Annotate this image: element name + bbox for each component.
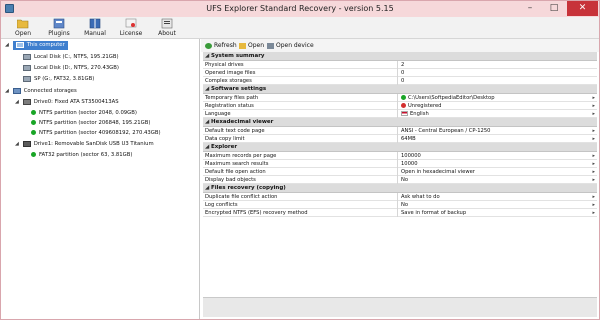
tree-item-partition[interactable]: NTFS partition (sector 206848, 195.21GB): [31, 119, 150, 128]
flag-icon: [401, 111, 408, 116]
maximize-button[interactable]: □: [542, 1, 566, 16]
expand-icon[interactable]: ◢: [15, 140, 21, 149]
partition-ok-icon: [31, 152, 36, 157]
expand-icon[interactable]: ◢: [15, 98, 21, 107]
folder-open-icon: [17, 19, 29, 29]
dropdown-arrow-icon[interactable]: ▸: [592, 176, 595, 184]
tree-item-local-disk-d[interactable]: Local Disk (D:, NTFS, 270.43GB): [23, 64, 119, 73]
dropdown-arrow-icon[interactable]: ▸: [592, 168, 595, 176]
property-row[interactable]: Maximum records per page 100000 ▸: [203, 152, 597, 160]
panel-toolbar: Refresh Open Open device: [201, 39, 599, 52]
language-select[interactable]: English: [399, 110, 589, 118]
dropdown-arrow-icon[interactable]: ▸: [592, 94, 595, 102]
certificate-icon: [125, 18, 137, 28]
app-window: UFS Explorer Standard Recovery - version…: [0, 0, 600, 320]
dropdown-arrow-icon[interactable]: ▸: [592, 110, 595, 118]
refresh-icon: [205, 42, 212, 49]
properties-grid: ◢ System summary Physical drives 2 Opened …: [203, 52, 597, 217]
disk-icon: [23, 64, 31, 71]
tree-item-drive1[interactable]: ◢ Drive1: Removable SanDisk USB U3 Titan…: [15, 140, 154, 149]
dropdown-arrow-icon[interactable]: ▸: [592, 193, 595, 201]
tree-item-this-computer[interactable]: ◢ This computer: [5, 41, 68, 50]
property-row[interactable]: Complex storages 0: [203, 77, 597, 85]
tree-item-partition[interactable]: NTFS partition (sector 409608192, 270.43…: [31, 129, 161, 138]
status-ok-icon: [401, 95, 406, 100]
property-row[interactable]: Language English ▸: [203, 110, 597, 118]
temp-path-value[interactable]: C:\Users\SoftpediaEditor\Desktop: [399, 94, 589, 102]
close-button[interactable]: ✕: [567, 1, 598, 16]
plugins-button[interactable]: Plugins: [41, 18, 77, 39]
property-row[interactable]: Encrypted NTFS (EFS) recovery method Save…: [203, 209, 597, 217]
tree-item-connected-storages[interactable]: ◢ Connected storages: [5, 87, 77, 96]
dropdown-arrow-icon[interactable]: ▸: [592, 127, 595, 135]
dropdown-arrow-icon[interactable]: ▸: [592, 201, 595, 209]
title-bar: UFS Explorer Standard Recovery - version…: [1, 1, 599, 17]
window-title: UFS Explorer Standard Recovery - version…: [206, 4, 394, 13]
storages-icon: [12, 87, 21, 94]
expand-icon[interactable]: ◢: [5, 41, 11, 50]
tree-item-partition[interactable]: NTFS partition (sector 2048, 0.09GB): [31, 109, 137, 118]
panel-open-button[interactable]: Open: [239, 42, 264, 49]
device-icon: [267, 42, 274, 49]
dropdown-arrow-icon[interactable]: ▸: [592, 209, 595, 217]
book-icon: [89, 18, 101, 29]
partition-ok-icon: [31, 120, 36, 125]
tree-item-sp-g[interactable]: SP (G:, FAT32, 3.81GB): [23, 75, 94, 84]
computer-icon: [15, 41, 24, 48]
section-explorer[interactable]: ◢ Explorer: [203, 143, 597, 152]
usb-drive-icon: [22, 140, 31, 147]
registration-value[interactable]: Unregistered: [399, 102, 589, 110]
disk-icon: [23, 53, 31, 60]
section-system-summary[interactable]: ◢ System summary: [203, 52, 597, 61]
status-error-icon: [401, 103, 406, 108]
property-row[interactable]: Maximum search results 10000 ▸: [203, 160, 597, 168]
disk-icon: [23, 75, 31, 82]
refresh-button[interactable]: Refresh: [205, 42, 237, 49]
property-row[interactable]: Temporary files path C:\Users\SoftpediaEd…: [203, 94, 597, 102]
open-button[interactable]: Open: [5, 18, 41, 39]
property-row[interactable]: Opened image files 0: [203, 69, 597, 77]
main-toolbar: Open Plugins Manual License About: [1, 17, 599, 39]
open-device-button[interactable]: Open device: [267, 42, 314, 49]
dropdown-arrow-icon[interactable]: ▸: [592, 160, 595, 168]
section-software-settings[interactable]: ◢ Software settings: [203, 85, 597, 94]
folder-icon: [239, 42, 246, 49]
property-row[interactable]: Log conflicts No ▸: [203, 201, 597, 209]
property-row[interactable]: Default text code page ANSI - Central Eur…: [203, 127, 597, 135]
property-row[interactable]: Physical drives 2: [203, 61, 597, 69]
tree-item-drive0[interactable]: ◢ Drive0: Fixed ATA ST3500413AS: [15, 98, 119, 107]
hard-drive-icon: [22, 98, 31, 105]
property-row[interactable]: Duplicate file conflict action Ask what t…: [203, 193, 597, 201]
tree-item-local-disk-c[interactable]: Local Disk (C:, NTFS, 195.21GB): [23, 53, 119, 62]
manual-button[interactable]: Manual: [77, 18, 113, 39]
property-row[interactable]: Default file open action Open in hexadeci…: [203, 168, 597, 176]
section-hex-viewer[interactable]: ◢ Hexadecimal viewer: [203, 118, 597, 127]
properties-panel: Refresh Open Open device ◢ System summary…: [201, 39, 599, 319]
partition-ok-icon: [31, 130, 36, 135]
plugins-icon: [53, 18, 65, 29]
property-row[interactable]: Data copy limit 64MB ▸: [203, 135, 597, 143]
property-row[interactable]: Display bad objects No ▸: [203, 176, 597, 184]
expand-icon[interactable]: ◢: [5, 87, 11, 96]
property-row[interactable]: Registration status Unregistered ▸: [203, 102, 597, 110]
about-button[interactable]: About: [149, 18, 185, 39]
tree-item-partition[interactable]: FAT32 partition (sector 63, 3.81GB): [31, 151, 132, 160]
dropdown-arrow-icon[interactable]: ▸: [592, 102, 595, 110]
about-icon: [161, 18, 173, 29]
partition-ok-icon: [31, 110, 36, 115]
minimize-button[interactable]: –: [518, 1, 542, 16]
dropdown-arrow-icon[interactable]: ▸: [592, 135, 595, 143]
storage-tree: ◢ This computer Local Disk (C:, NTFS, 19…: [1, 39, 200, 319]
dropdown-arrow-icon[interactable]: ▸: [592, 152, 595, 160]
license-button[interactable]: License: [113, 18, 149, 39]
section-files-recovery[interactable]: ◢ Files recovery (copying): [203, 184, 597, 193]
description-area: [203, 297, 597, 317]
